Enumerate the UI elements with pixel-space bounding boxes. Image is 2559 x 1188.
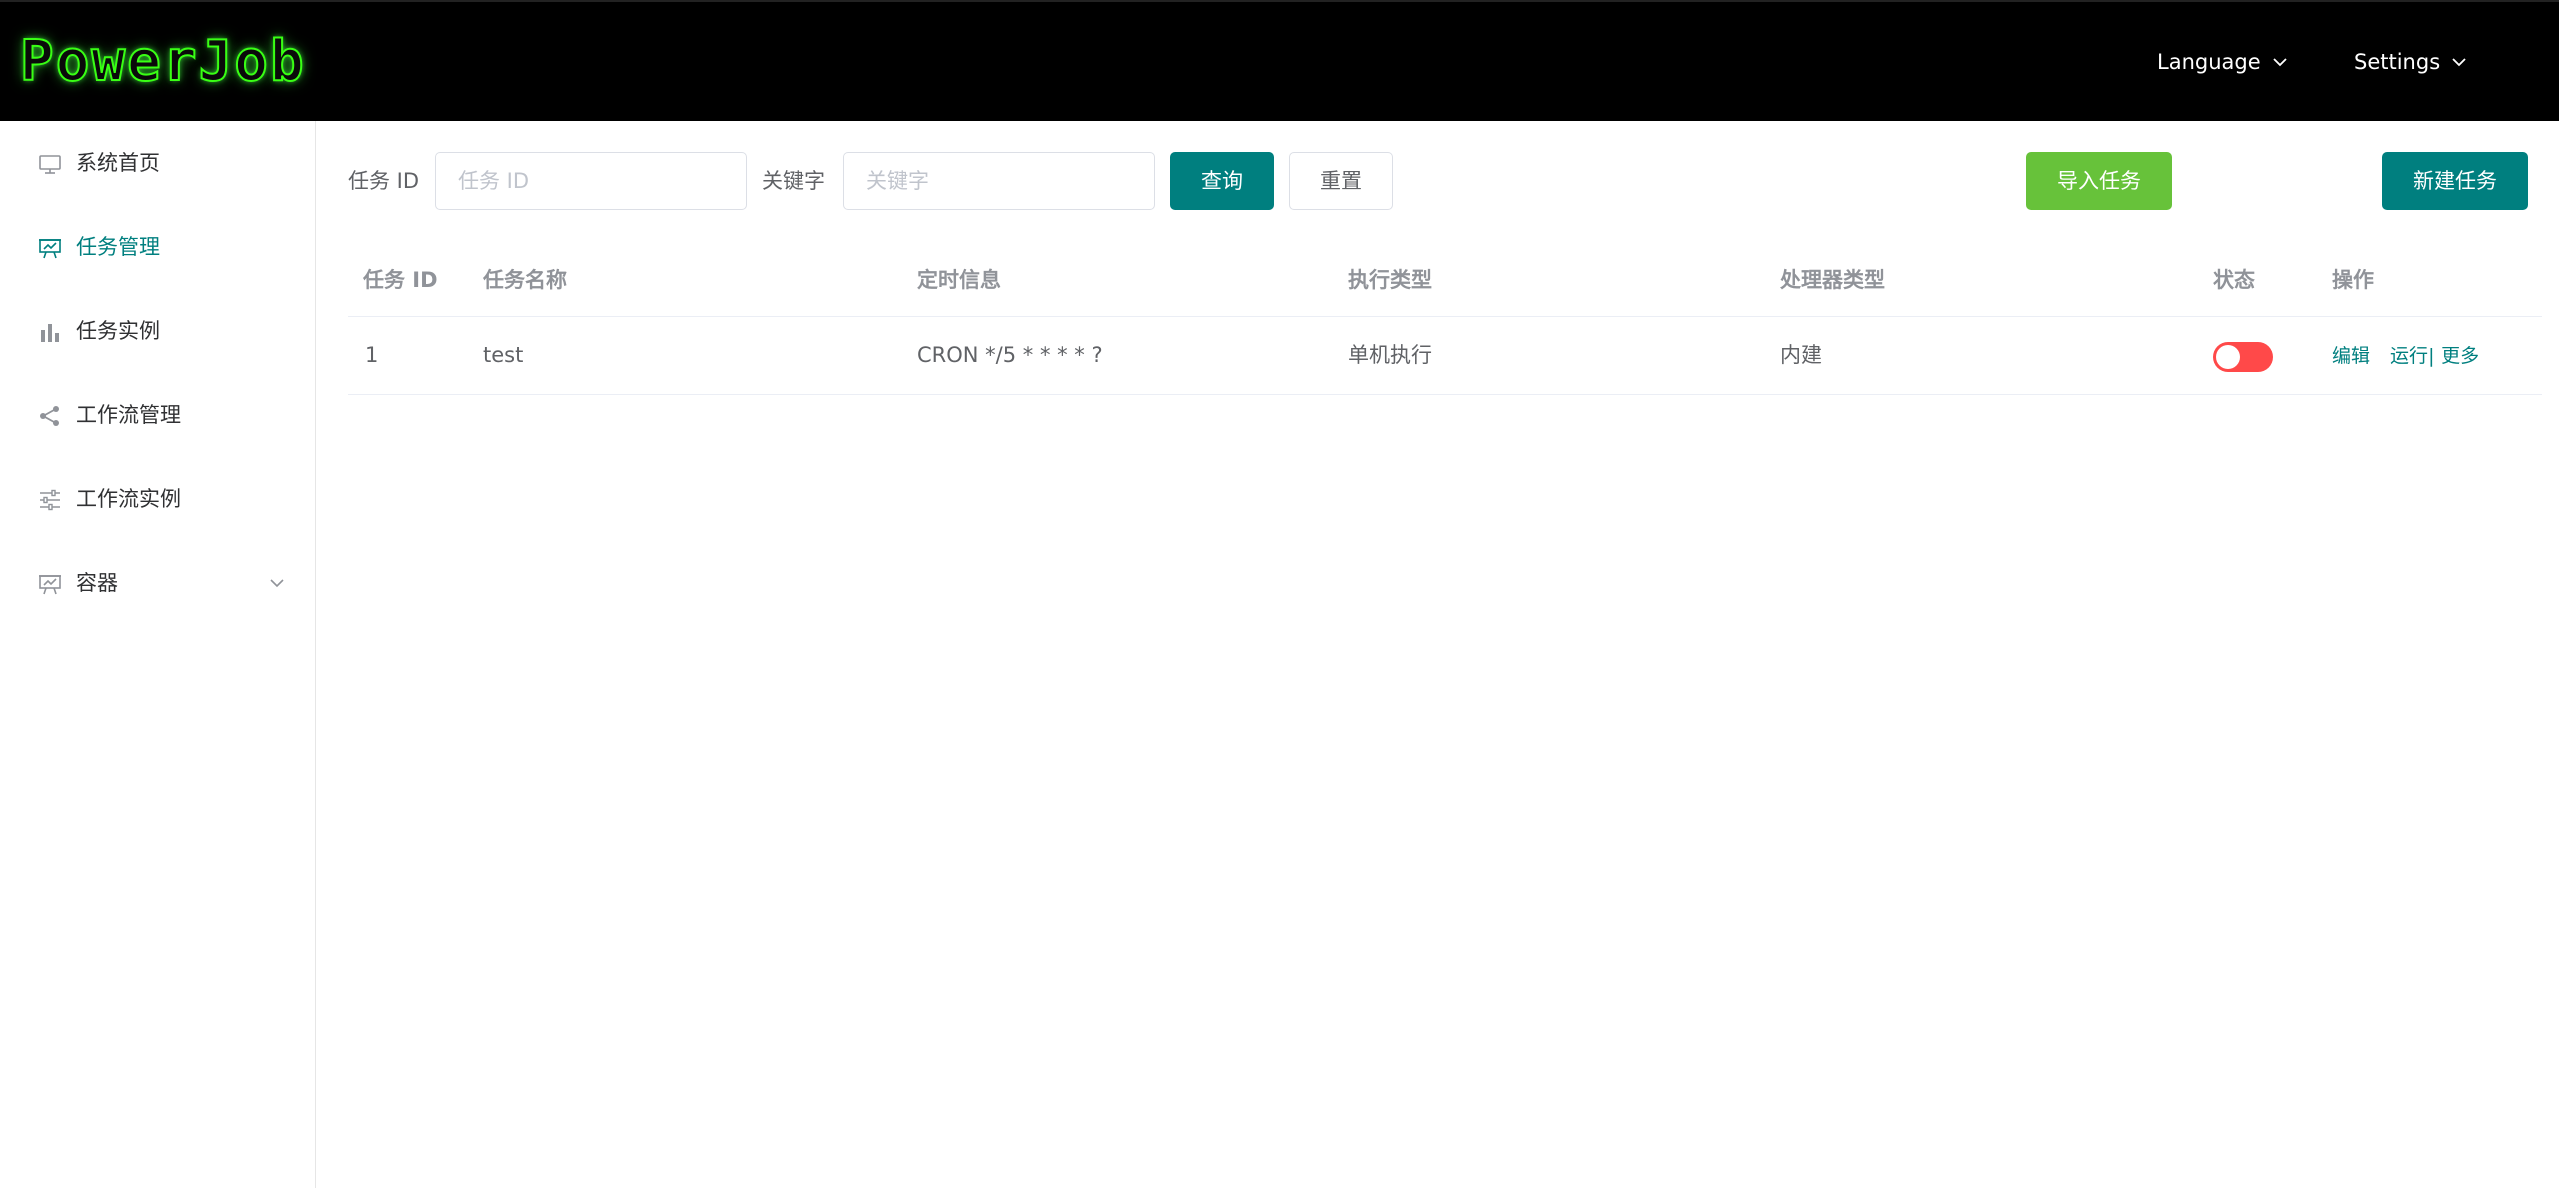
more-link[interactable]: 更多 xyxy=(2441,345,2479,367)
task-id-label: 任务 ID xyxy=(348,169,420,193)
cell-processor-type: 内建 xyxy=(1780,343,1822,367)
chevron-down-icon xyxy=(2452,58,2466,67)
new-job-button[interactable]: 新建任务 xyxy=(2382,152,2528,210)
sidebar: 系统首页 任务管理 任务实例 工作流管理 工作流实例 容器 xyxy=(0,121,316,1188)
column-header-processor-type: 处理器类型 xyxy=(1780,268,1885,292)
status-switch[interactable] xyxy=(2213,342,2273,372)
run-link[interactable]: 运行 xyxy=(2390,345,2428,367)
cell-id: 1 xyxy=(365,343,379,367)
reset-button[interactable]: 重置 xyxy=(1289,152,1393,210)
column-header-actions: 操作 xyxy=(2332,268,2374,292)
actions-cell: 编辑 运行| 更多 xyxy=(2332,317,2479,395)
cell-execute-type: 单机执行 xyxy=(1348,343,1432,367)
sliders-icon xyxy=(40,489,60,511)
edit-link[interactable]: 编辑 xyxy=(2332,345,2370,367)
sidebar-item-job-instance[interactable]: 任务实例 xyxy=(0,289,315,373)
sidebar-item-label: 工作流实例 xyxy=(76,487,181,511)
sidebar-item-dashboard[interactable]: 系统首页 xyxy=(0,121,315,205)
bar-chart-icon xyxy=(41,324,59,342)
cell-name: test xyxy=(483,343,524,367)
keyword-label: 关键字 xyxy=(762,169,825,193)
table-header: 任务 ID 任务名称 定时信息 执行类型 处理器类型 状态 操作 xyxy=(348,248,2542,317)
presentation-icon xyxy=(39,575,61,595)
keyword-input[interactable] xyxy=(843,152,1155,210)
sidebar-item-container[interactable]: 容器 xyxy=(0,541,315,625)
powerjob-logo: PowerJob xyxy=(19,29,306,95)
switch-knob xyxy=(2216,345,2240,369)
job-table: 任务 ID 任务名称 定时信息 执行类型 处理器类型 状态 操作 1 test … xyxy=(348,248,2542,395)
language-menu-label: Language xyxy=(2157,50,2261,74)
top-header: PowerJob Language Settings xyxy=(0,0,2559,121)
action-separator: | xyxy=(2428,345,2435,367)
column-header-name: 任务名称 xyxy=(483,268,567,292)
settings-menu-label: Settings xyxy=(2354,50,2441,74)
table-row: 1 test CRON */5 * * * * ? 单机执行 内建 编辑 运行|… xyxy=(348,317,2542,395)
task-id-input[interactable] xyxy=(435,152,747,210)
sidebar-item-job-management[interactable]: 任务管理 xyxy=(0,205,315,289)
presentation-icon xyxy=(39,239,61,259)
sidebar-item-label: 任务实例 xyxy=(76,319,160,343)
import-job-button[interactable]: 导入任务 xyxy=(2026,152,2172,210)
monitor-icon xyxy=(39,155,61,174)
cell-schedule: CRON */5 * * * * ? xyxy=(917,343,1103,367)
chevron-down-icon xyxy=(2273,58,2287,67)
sidebar-item-workflow-management[interactable]: 工作流管理 xyxy=(0,373,315,457)
sidebar-item-label: 工作流管理 xyxy=(76,403,181,427)
sidebar-item-label: 系统首页 xyxy=(76,151,160,175)
sidebar-item-label: 容器 xyxy=(76,571,118,595)
chevron-down-icon xyxy=(270,579,284,588)
settings-menu[interactable]: Settings xyxy=(2354,40,2468,84)
column-header-execute-type: 执行类型 xyxy=(1348,268,1432,292)
column-header-status: 状态 xyxy=(2213,268,2255,292)
column-header-schedule: 定时信息 xyxy=(917,268,1001,292)
sidebar-item-workflow-instance[interactable]: 工作流实例 xyxy=(0,457,315,541)
language-menu[interactable]: Language xyxy=(2157,40,2289,84)
share-icon xyxy=(40,406,59,426)
query-button[interactable]: 查询 xyxy=(1170,152,1274,210)
column-header-id: 任务 ID xyxy=(363,268,438,292)
sidebar-item-label: 任务管理 xyxy=(76,235,160,259)
